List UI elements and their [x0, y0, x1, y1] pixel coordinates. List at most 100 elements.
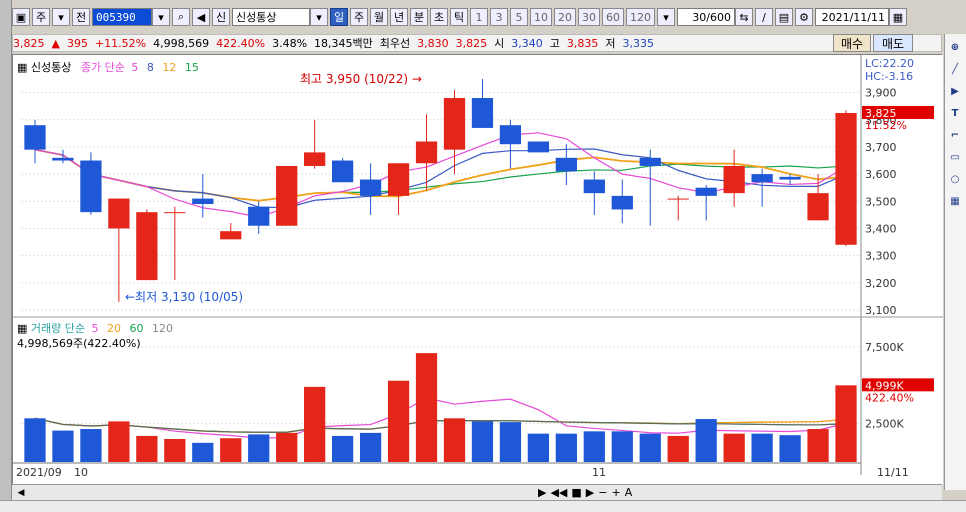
current-price: 3,825 — [13, 36, 45, 50]
chart-dropdown-icon[interactable]: ▾ — [657, 8, 675, 26]
price-tick-label: 3,400 — [865, 222, 897, 235]
ma-12-label: 12 — [162, 61, 177, 74]
small-period-button[interactable]: 주 — [32, 8, 50, 26]
minute-30-button[interactable]: 30 — [578, 8, 600, 26]
stop-icon[interactable]: ■ — [571, 486, 581, 499]
volume-bar — [695, 419, 717, 462]
candle-body — [248, 206, 270, 226]
candle-body — [723, 165, 745, 194]
price-tick-label: 3,600 — [865, 168, 897, 181]
volume-bar — [611, 431, 633, 462]
candle-body — [220, 231, 242, 240]
draw-icon[interactable]: ∕ — [755, 8, 773, 26]
candle-body — [443, 98, 466, 150]
week-period-button[interactable]: 주 — [350, 8, 368, 26]
volume-bar — [304, 386, 326, 462]
current-percent-label: 11.52% — [865, 119, 907, 132]
scroll-left-icon[interactable]: ◀ — [14, 486, 28, 500]
stock-mark-icon: 신 — [212, 8, 230, 26]
stock-dropdown-icon[interactable]: ▾ — [310, 8, 328, 26]
code-dropdown-icon[interactable]: ▾ — [152, 8, 170, 26]
grid-icon[interactable]: ▦ — [945, 192, 965, 210]
price-tick-label: 3,700 — [865, 141, 897, 154]
zoom-icon[interactable]: ⊕ — [945, 38, 965, 56]
circle-icon[interactable]: ○ — [945, 170, 965, 188]
settings-icon[interactable]: ⚙ — [795, 8, 813, 26]
current-volume-percent-label: 422.40% — [865, 391, 914, 404]
minute-5-button[interactable]: 5 — [510, 8, 528, 26]
x-axis-label-11-11: 11/11 — [877, 466, 909, 479]
minute-period-button[interactable]: 분 — [410, 8, 428, 26]
volume-ma-label: 거래량 단순 — [30, 322, 85, 335]
candle-body — [24, 125, 46, 150]
stock-chart-window: ▣ 주 ▾ 전 005390 ▾ ⌕ ◀ 신 신성통상 ▾ 일 주 월 년 분 … — [0, 0, 966, 512]
price-change-percent: +11.52% — [94, 36, 147, 50]
rectangle-icon[interactable]: ▭ — [945, 148, 965, 166]
high-label: 고 — [549, 37, 560, 50]
minute-1-button[interactable]: 1 — [470, 8, 488, 26]
zoom-in-icon[interactable]: + — [611, 486, 620, 499]
volume-bar — [415, 353, 438, 462]
date-field[interactable]: 2021/11/11 — [815, 8, 889, 26]
volume-bar — [527, 433, 550, 462]
minute-20-button[interactable]: 20 — [554, 8, 576, 26]
volume-bar — [136, 435, 158, 462]
minute-10-button[interactable]: 10 — [530, 8, 552, 26]
volume-tick-label: 7,500K — [865, 341, 904, 354]
buy-button[interactable]: 매수 — [833, 34, 871, 52]
best-price-label: 최우선 — [379, 37, 411, 50]
volume-bar — [807, 429, 829, 462]
save-icon[interactable]: ▤ — [775, 8, 793, 26]
sound-icon[interactable]: ◀ — [192, 8, 210, 26]
volume-bar — [667, 435, 689, 462]
stock-name-label: 신성통상 — [30, 61, 72, 74]
candle-body — [331, 160, 354, 183]
month-period-button[interactable]: 월 — [370, 8, 388, 26]
volume-ma-20-label: 20 — [107, 322, 121, 335]
window-icon[interactable]: ▣ — [12, 8, 30, 26]
turnover-rate: 3.48% — [272, 36, 308, 50]
second-period-button[interactable]: 초 — [430, 8, 448, 26]
first-page-icon[interactable]: ▶ — [538, 486, 546, 499]
volume-bar — [192, 442, 214, 462]
price-tick-label: 3,200 — [865, 277, 897, 290]
x-axis-label-11: 11 — [592, 466, 606, 479]
candle-body — [639, 157, 661, 166]
volume-value: 4,998,569 — [153, 36, 210, 50]
dropdown-icon[interactable]: ▾ — [52, 8, 70, 26]
rewind-icon[interactable]: ◀◀ — [550, 486, 567, 499]
data-count-field[interactable]: 30/600 — [677, 8, 735, 26]
tick-period-button[interactable]: 틱 — [450, 8, 468, 26]
day-period-button[interactable]: 일 — [330, 8, 348, 26]
sell-button[interactable]: 매도 — [873, 34, 913, 52]
price-change: 395 — [66, 36, 88, 50]
volume-bar — [387, 380, 410, 462]
high-price: 3,835 — [566, 36, 599, 50]
minute-3-button[interactable]: 3 — [490, 8, 508, 26]
candle-body — [471, 98, 494, 128]
hc-label: HC:-3.16 — [865, 70, 913, 83]
minute-60-button[interactable]: 60 — [602, 8, 624, 26]
stock-name-field[interactable]: 신성통상 — [232, 8, 310, 26]
minute-120-button[interactable]: 120 — [626, 8, 655, 26]
zoom-out-icon[interactable]: − — [598, 486, 607, 499]
forward-icon[interactable]: ▶ — [586, 486, 594, 499]
volume-bar — [443, 418, 466, 462]
stock-code-input[interactable]: 005390 — [92, 8, 152, 26]
price-tick-label: 3,900 — [865, 87, 897, 100]
left-window-edge — [0, 0, 12, 512]
trendline-icon[interactable]: ╱ — [945, 60, 965, 78]
volume-bar — [471, 421, 494, 462]
bracket-icon[interactable]: ⌐ — [945, 126, 965, 144]
autoscale-icon[interactable]: A — [625, 486, 633, 499]
calendar-icon[interactable]: ▦ — [889, 8, 907, 26]
text-icon[interactable]: T — [945, 104, 965, 122]
year-period-button[interactable]: 년 — [390, 8, 408, 26]
candle-body — [779, 176, 801, 180]
volume-bar — [164, 439, 186, 462]
search-icon[interactable]: ⌕ — [172, 8, 190, 26]
price-tick-label: 3,500 — [865, 195, 897, 208]
volume-current-label: 4,998,569주(422.40%) — [17, 337, 141, 350]
arrow-icon[interactable]: ▶ — [945, 82, 965, 100]
sync-icon[interactable]: ⇆ — [735, 8, 753, 26]
